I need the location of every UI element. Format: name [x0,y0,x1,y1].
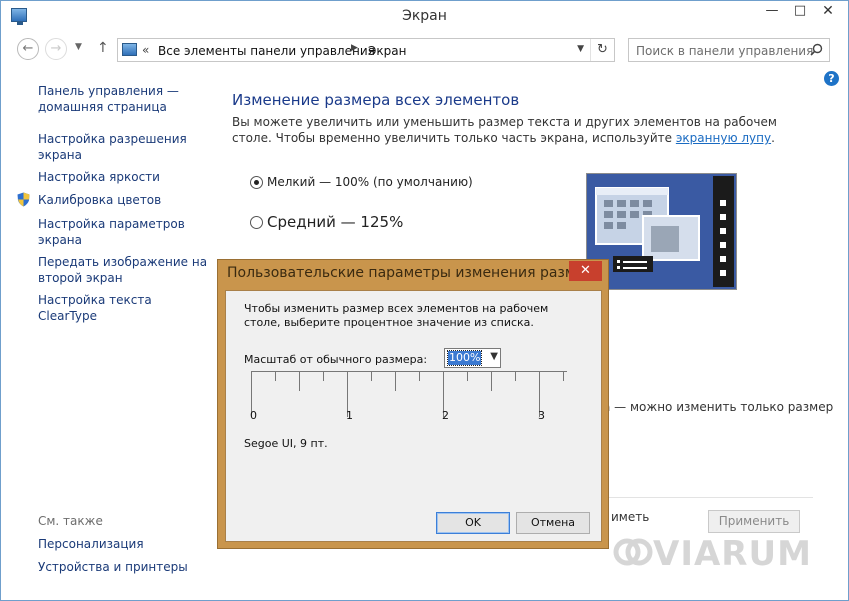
page-title: Изменение размера всех элементов [232,91,520,109]
search-placeholder: Поиск в панели управления [636,44,814,58]
partial-text-advanced: а — можно изменить только размер [603,400,834,414]
forward-button[interactable]: → [45,38,67,60]
ruler-minor-tick [395,371,396,391]
cancel-button[interactable]: Отмена [516,512,590,534]
viarum-watermark: VIARUM [613,534,812,574]
window-title: Экран [402,8,447,24]
divider [597,497,813,498]
address-dropdown-icon[interactable]: ▼ [577,44,584,54]
sidebar-item-resolution[interactable]: Настройка разрешения экрана [38,131,208,163]
ruler-minor-tick [419,371,420,381]
dialog-title: Пользовательские параметры изменения раз… [227,265,571,281]
ruler-minor-tick [323,371,324,381]
description-end: . [771,131,775,145]
page-description: Вы можете увеличить или уменьшить размер… [232,114,792,146]
ruler-minor-tick [563,371,564,381]
ruler-minor-tick [371,371,372,381]
ruler-minor-tick [515,371,516,381]
refresh-button[interactable]: ↻ [590,39,614,61]
display-icon [122,43,137,56]
watermark-text: VIARUM [653,534,812,574]
sidebar-item-home[interactable]: Панель управления — домашняя страница [38,83,208,115]
ruler-label: 3 [538,409,545,422]
sidebar-item-second-screen[interactable]: Передать изображение на второй экран [38,254,208,286]
scale-combobox[interactable]: 100% ▼ [444,348,501,368]
sidebar-item-brightness[interactable]: Настройка яркости [38,169,208,185]
sidebar-item-devices-printers[interactable]: Устройства и принтеры [38,560,188,574]
uac-shield-icon [17,192,30,207]
search-icon[interactable] [810,43,823,56]
sidebar-item-display-settings[interactable]: Настройка параметров экрана [38,216,208,248]
ruler-label: 2 [442,409,449,422]
sidebar-item-personalization[interactable]: Персонализация [38,537,144,551]
breadcrumb-separator-icon[interactable]: ▶ [351,43,358,53]
custom-scaling-dialog: Пользовательские параметры изменения раз… [217,259,609,549]
watermark-logo-icon [613,538,653,566]
close-button[interactable]: ✕ [814,1,842,23]
radio-medium-label[interactable]: Средний — 125% [267,213,403,231]
recent-locations-button[interactable]: ▼ [75,42,82,52]
chevron-down-icon[interactable]: ▼ [490,351,498,362]
ruler-minor-tick [275,371,276,381]
dialog-description: Чтобы изменить размер всех элементов на … [244,302,549,329]
ruler-label: 1 [346,409,353,422]
minimize-button[interactable]: — [758,1,786,23]
sidebar-item-color-calibration[interactable]: Калибровка цветов [38,192,208,208]
control-panel-window: Экран — □ ✕ ← → ▼ ↑ « Все элементы панел… [0,0,849,601]
search-input[interactable]: Поиск в панели управления [628,38,830,62]
radio-small[interactable] [250,176,263,189]
dialog-body: Чтобы изменить размер всех элементов на … [225,290,602,542]
help-icon[interactable]: ? [824,71,839,86]
ruler-minor-tick [491,371,492,391]
maximize-button[interactable]: □ [786,1,814,23]
scale-label: Масштаб от обычного размера: [244,353,428,366]
font-sample-info: Segoe UI, 9 пт. [244,437,328,450]
magnifier-link[interactable]: экранную лупу [676,131,771,145]
radio-medium[interactable] [250,216,263,229]
ruler-label: 0 [250,409,257,422]
dialog-close-button[interactable]: ✕ [569,261,602,281]
navigation-bar: ← → ▼ ↑ « Все элементы панели управления… [1,35,848,65]
scale-value[interactable]: 100% [446,350,483,366]
apply-button[interactable]: Применить [708,510,800,533]
scale-ruler[interactable]: 0 1 2 3 [246,371,572,425]
address-chevron-icon[interactable]: « [142,43,149,57]
ok-button[interactable]: OK [436,512,510,534]
title-bar: Экран — □ ✕ [1,1,848,31]
ruler-minor-tick [467,371,468,381]
see-also-heading: См. также [38,514,103,528]
back-button[interactable]: ← [17,38,39,60]
breadcrumb-display[interactable]: Экран [368,44,406,58]
preview-illustration [595,176,734,287]
address-bar[interactable]: « Все элементы панели управления ▶ Экран… [117,38,615,62]
partial-text-option: иметь [611,510,650,524]
sidebar-item-cleartype[interactable]: Настройка текста ClearType [38,292,208,324]
breadcrumb-all-items[interactable]: Все элементы панели управления [158,44,375,58]
ruler-minor-tick [299,371,300,391]
radio-small-label[interactable]: Мелкий — 100% (по умолчанию) [267,175,473,189]
up-button[interactable]: ↑ [97,40,109,56]
